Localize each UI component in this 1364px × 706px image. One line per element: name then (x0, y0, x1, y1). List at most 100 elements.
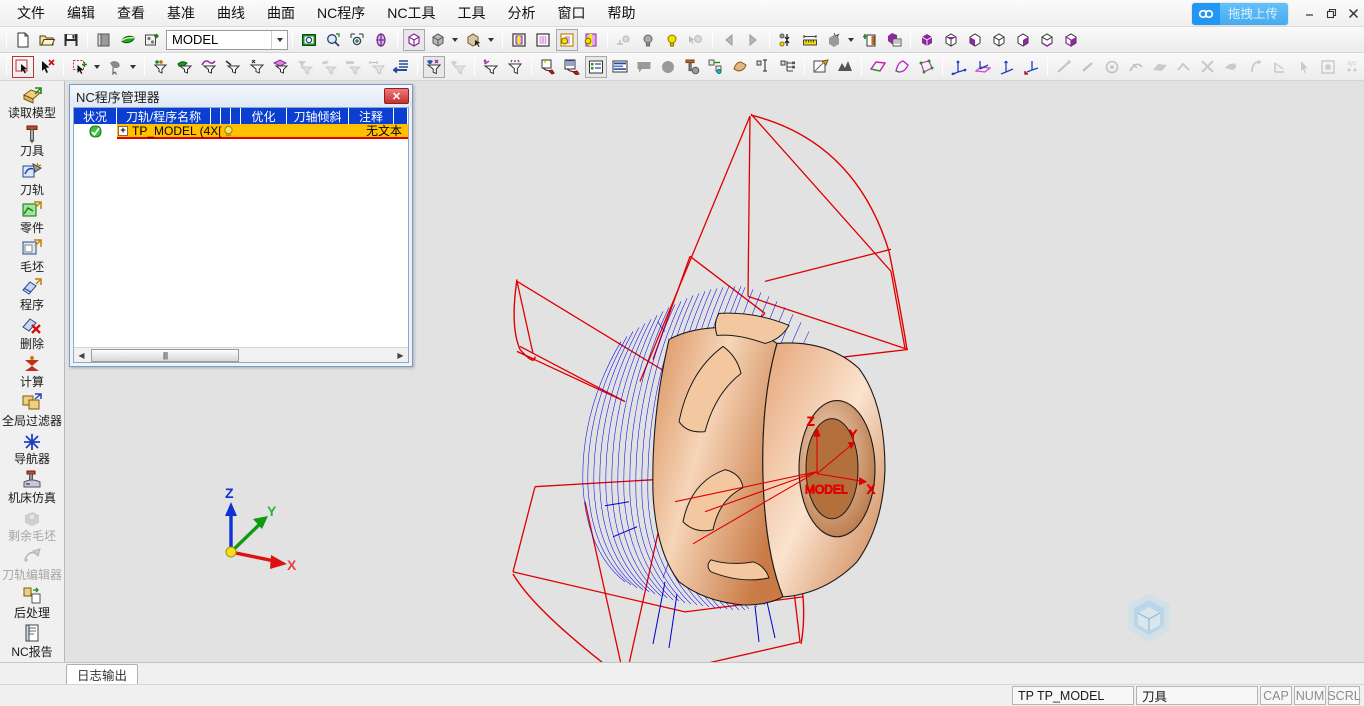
view-bottom-icon[interactable] (1036, 29, 1058, 51)
tool-holder-icon[interactable] (681, 56, 703, 78)
filter-multi-icon[interactable] (504, 56, 526, 78)
next-view-icon[interactable] (742, 29, 764, 51)
pick-view-dropdown-icon[interactable] (486, 29, 496, 51)
minimize-button[interactable] (1298, 3, 1320, 25)
restore-button[interactable] (1320, 3, 1342, 25)
model-surface-icon[interactable] (117, 29, 139, 51)
control-points-icon[interactable] (915, 56, 937, 78)
toolpath-point-icon[interactable] (705, 56, 727, 78)
shaded-stock-icon[interactable] (823, 29, 845, 51)
csys-move-icon[interactable] (996, 56, 1018, 78)
csys-origin-move-icon[interactable] (1020, 56, 1042, 78)
sidebar-item-stock[interactable]: 毛坯 (0, 239, 64, 277)
light-off-icon[interactable] (637, 29, 659, 51)
comment-bubble-icon[interactable] (633, 56, 655, 78)
table-row[interactable]: + TP_MODEL (4X[ 无文本 (74, 124, 408, 139)
grid-body[interactable]: + TP_MODEL (4X[ 无文本 (74, 124, 408, 347)
filter-list-icon[interactable] (390, 56, 412, 78)
polyline-icon[interactable] (834, 56, 856, 78)
view-front-icon[interactable] (964, 29, 986, 51)
shaded-part-icon[interactable] (729, 56, 751, 78)
lasso-select-dropdown-icon[interactable] (128, 56, 138, 78)
viewport-3d[interactable]: Z Y X MODEL Z Y X 3D世界网 NC程序管理器 ✕ 状况 刀轨/… (65, 81, 1364, 662)
box-select-dropdown-icon[interactable] (92, 56, 102, 78)
measure-icon[interactable] (799, 29, 821, 51)
sidebar-item-global-filter[interactable]: 全局过滤器 (0, 393, 64, 431)
view-left-icon[interactable] (1060, 29, 1082, 51)
row-selected-band[interactable]: + TP_MODEL (4X[ 无文本 (117, 124, 408, 139)
sidebar-item-nc-report[interactable]: NC报告 (0, 624, 64, 662)
filter-point-icon[interactable] (246, 56, 268, 78)
close-button[interactable] (1342, 3, 1364, 25)
curved-plane-icon[interactable] (891, 56, 913, 78)
menu-curve[interactable]: 曲线 (206, 0, 256, 26)
open-file-icon[interactable] (36, 29, 58, 51)
expand-toggle[interactable]: + (118, 125, 128, 136)
column-header-status[interactable]: 状况 (74, 108, 117, 124)
menu-nc-tool[interactable]: NC工具 (376, 0, 446, 26)
column-header-blank-3[interactable] (231, 108, 241, 124)
filter-plane-icon[interactable] (270, 56, 292, 78)
sidebar-item-toolpath[interactable]: 刀轨 (0, 162, 64, 200)
property-list-icon[interactable] (585, 55, 607, 78)
light-on-icon[interactable] (661, 29, 683, 51)
display-part-icon[interactable] (532, 29, 554, 51)
column-header-toolpath-name[interactable]: 刀轨/程序名称 (117, 108, 211, 124)
deselect-arrow-icon[interactable] (36, 56, 58, 78)
scroll-track[interactable]: |||| (89, 347, 393, 362)
dialog-close-button[interactable]: ✕ (384, 88, 409, 104)
analyze-part-icon[interactable] (537, 56, 559, 78)
prev-view-icon[interactable] (718, 29, 740, 51)
column-header-blank-1[interactable] (211, 108, 221, 124)
add-page-icon[interactable] (859, 29, 881, 51)
sidebar-item-navigator[interactable]: 导航器 (0, 431, 64, 469)
filter-all-icon[interactable] (150, 56, 172, 78)
scroll-right-arrow-icon[interactable]: ▶ (393, 348, 408, 363)
analyze-stock-icon[interactable] (561, 56, 583, 78)
sketch-edit-icon[interactable] (810, 56, 832, 78)
menu-analysis[interactable]: 分析 (496, 0, 546, 26)
filter-surface-icon[interactable] (174, 56, 196, 78)
menu-help[interactable]: 帮助 (596, 0, 646, 26)
zoom-fit-icon[interactable] (346, 29, 368, 51)
filter-axis-icon[interactable] (480, 56, 502, 78)
scroll-left-arrow-icon[interactable]: ◀ (74, 348, 89, 363)
solid-view-dropdown-icon[interactable] (450, 29, 460, 51)
display-stock-icon[interactable] (508, 29, 530, 51)
scroll-thumb[interactable]: |||| (91, 348, 239, 362)
view-iso-icon[interactable] (916, 29, 938, 51)
sidebar-item-part[interactable]: 零件 (0, 200, 64, 238)
circle-shape-icon[interactable] (657, 56, 679, 78)
menu-nc-program[interactable]: NC程序 (306, 0, 376, 26)
filter-edge-icon[interactable] (222, 56, 244, 78)
tab-log-output[interactable]: 日志输出 (66, 664, 139, 684)
menu-datum[interactable]: 基准 (156, 0, 206, 26)
view-top-icon[interactable] (940, 29, 962, 51)
sidebar-item-read-model[interactable]: 读取模型 (0, 85, 64, 123)
box-select-icon[interactable] (69, 56, 91, 78)
menu-tools[interactable]: 工具 (446, 0, 496, 26)
table-list-icon[interactable] (609, 56, 631, 78)
menu-file[interactable]: 文件 (6, 0, 56, 26)
menu-view[interactable]: 查看 (106, 0, 156, 26)
save-file-icon[interactable] (60, 29, 82, 51)
menu-window[interactable]: 窗口 (546, 0, 596, 26)
point-snap-icon[interactable] (775, 29, 797, 51)
model-config-icon[interactable] (141, 29, 163, 51)
zoom-in-out-icon[interactable] (322, 29, 344, 51)
display-toolpath-light-icon[interactable] (556, 28, 578, 51)
model-select[interactable]: MODEL (166, 29, 288, 50)
rotate-view-icon[interactable] (370, 29, 392, 51)
sidebar-item-delete[interactable]: 删除 (0, 316, 64, 354)
chevron-down-icon[interactable] (271, 30, 287, 49)
plane-datum-icon[interactable] (867, 56, 889, 78)
csys-origin-icon[interactable] (948, 56, 970, 78)
shaded-view-icon[interactable] (403, 28, 425, 51)
new-file-icon[interactable] (12, 29, 34, 51)
filter-active-icon[interactable] (423, 55, 445, 78)
column-header-blank-2[interactable] (221, 108, 231, 124)
select-arrow-icon[interactable] (12, 55, 34, 78)
display-toolpath-icon[interactable] (580, 29, 602, 51)
view-right-icon[interactable] (988, 29, 1010, 51)
sidebar-item-machine-simulation[interactable]: 机床仿真 (0, 470, 64, 508)
